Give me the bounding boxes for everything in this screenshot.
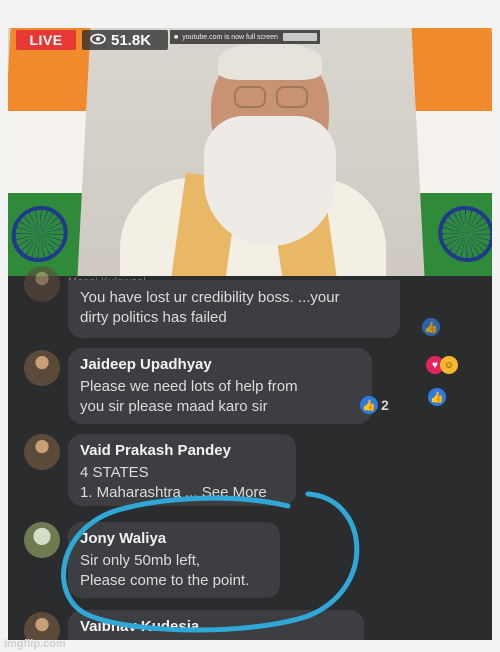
commenter-name[interactable]: Jony Waliya [80, 530, 268, 547]
avatar[interactable] [24, 522, 60, 558]
imgflip-watermark: imgflip.com [4, 638, 66, 650]
indian-flag-left [8, 28, 91, 276]
comment-bubble: Jaideep Upadhyay Please we need lots of … [68, 348, 372, 424]
viewer-count-badge: 51.8K [82, 30, 168, 50]
avatar[interactable] [24, 434, 60, 470]
commenter-name[interactable]: Vaid Prakash Pandey [80, 442, 284, 459]
reaction-count: 2 [381, 397, 389, 413]
video-player[interactable]: LIVE 51.8K ■ youtube.com is now full scr… [8, 28, 492, 276]
comment-bubble: Vaid Prakash Pandey 4 STATES 1. Maharash… [68, 434, 296, 506]
speaker-beard [204, 116, 336, 246]
comment-item: Manoj Kulowaal You have lost ur credibil… [8, 266, 492, 338]
like-reaction-icon: 👍 [422, 318, 440, 336]
comment-item: Vaid Prakash Pandey 4 STATES 1. Maharash… [8, 434, 492, 510]
commenter-name[interactable]: Jaideep Upadhyay [80, 356, 360, 373]
comment-bubble: Vaibhav Kudesia [68, 610, 364, 640]
avatar[interactable] [24, 266, 60, 302]
lock-icon: ■ [174, 33, 179, 41]
fullscreen-banner: ■ youtube.com is now full screen [170, 30, 320, 44]
comment-text: Please we need lots of help from you sir… [80, 378, 298, 415]
like-reaction-icon[interactable]: 👍 [360, 396, 378, 414]
comment-text: 4 STATES 1. Maharashtra ... See More [80, 464, 267, 501]
live-stream-frame: LIVE 51.8K ■ youtube.com is now full scr… [8, 28, 492, 640]
commenter-name[interactable]: Vaibhav Kudesia [80, 618, 352, 635]
comment-text: Sir only 50mb left, Please come to the p… [80, 552, 250, 589]
speaker-glasses [234, 86, 310, 108]
avatar[interactable] [24, 350, 60, 386]
live-badge: LIVE [16, 30, 76, 50]
viewer-count: 51.8K [111, 31, 152, 49]
like-reaction-icon: 👍 [428, 388, 446, 406]
haha-reaction-icon: ☺ [440, 356, 458, 374]
indian-flag-right [411, 28, 492, 276]
exit-fullscreen-button[interactable] [283, 33, 317, 41]
comment-bubble: Jony Waliya Sir only 50mb left, Please c… [68, 522, 280, 598]
avatar[interactable] [24, 612, 60, 640]
comment-item: Vaibhav Kudesia [8, 610, 492, 640]
comment-item: Jony Waliya Sir only 50mb left, Please c… [8, 522, 492, 602]
comment-text: You have lost ur credibility boss. ...yo… [80, 289, 340, 326]
comment-bubble: You have lost ur credibility boss. ...yo… [68, 280, 400, 338]
comment-item: Jaideep Upadhyay Please we need lots of … [8, 346, 492, 426]
eye-icon [90, 32, 106, 49]
